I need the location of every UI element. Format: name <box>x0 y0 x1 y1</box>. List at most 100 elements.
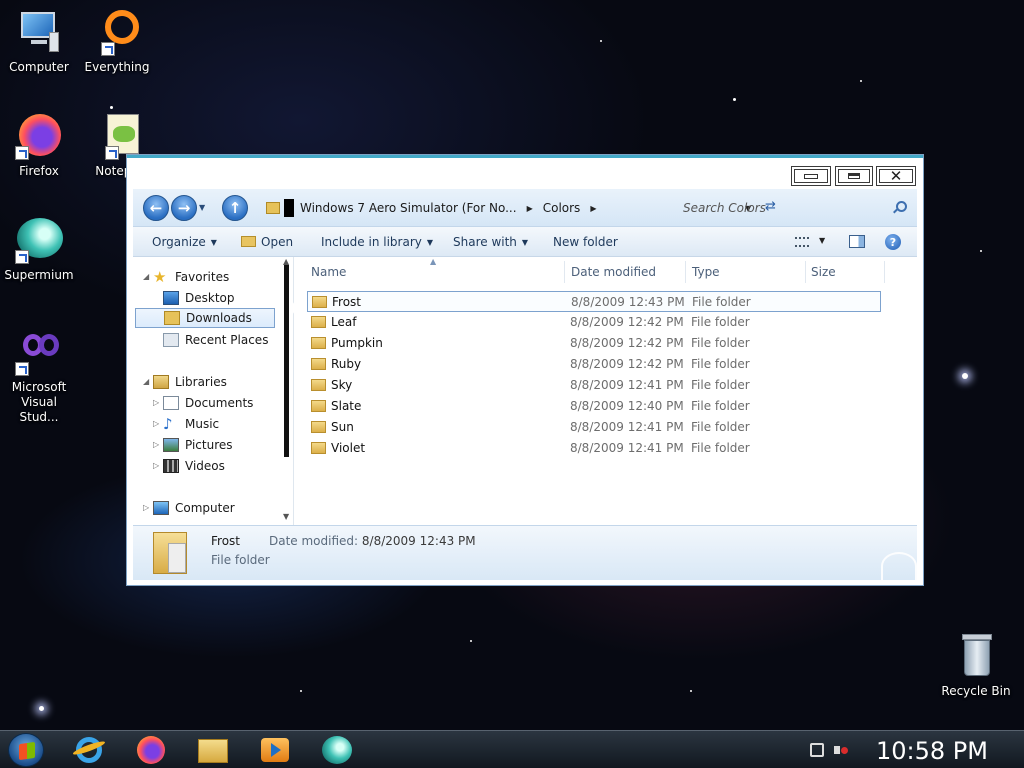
folder-icon <box>311 316 326 328</box>
file-type: File folder <box>691 378 750 392</box>
file-row[interactable]: Frost 8/8/2009 12:43 PM File folder <box>307 291 881 312</box>
view-options-chevron-down-icon[interactable]: ▼ <box>819 236 825 245</box>
column-divider[interactable] <box>564 261 565 283</box>
file-list[interactable]: ▲ Name Date modified Type Size Frost 8/8… <box>294 257 917 525</box>
breadcrumb-colors[interactable]: Colors <box>543 201 581 215</box>
desktop-icon-label: Firefox <box>19 164 59 178</box>
desktop-icon-label: Recycle Bin <box>941 684 1011 698</box>
desktop-icon-supermium[interactable]: Supermium <box>0 216 78 283</box>
file-row[interactable]: Violet 8/8/2009 12:41 PM File folder <box>307 438 881 459</box>
organize-button[interactable]: Organize ▼ <box>152 235 217 249</box>
column-header-type[interactable]: Type <box>692 265 720 279</box>
back-button[interactable]: ← <box>143 195 169 221</box>
scroll-down-arrow[interactable]: ▼ <box>283 512 289 521</box>
expand-arrow-icon[interactable]: ▷ <box>153 398 159 407</box>
search-input[interactable] <box>683 195 909 221</box>
nav-videos[interactable]: Videos <box>163 456 225 476</box>
up-button[interactable]: ↑ <box>222 195 248 221</box>
expand-arrow-icon[interactable]: ▷ <box>143 503 149 512</box>
expand-arrow-icon[interactable]: ◢ <box>143 272 149 281</box>
maximize-button[interactable] <box>835 166 873 186</box>
minimize-button[interactable] <box>791 166 831 186</box>
nav-pictures[interactable]: Pictures <box>163 435 233 455</box>
open-button[interactable]: Open <box>241 235 293 249</box>
title-bar[interactable]: ✕ <box>127 155 923 189</box>
breadcrumb-chevron-icon[interactable]: ▶ <box>527 204 533 213</box>
desktop-icon <box>163 291 179 305</box>
nav-desktop[interactable]: Desktop <box>163 288 235 308</box>
breadcrumb-chevron-icon[interactable]: ▶ <box>590 204 596 213</box>
search-box[interactable] <box>683 195 909 221</box>
volume-muted-icon[interactable] <box>834 743 848 757</box>
address-bar[interactable]: Windows 7 Aero Simulator (For No... ▶ Co… <box>258 195 638 221</box>
nav-music[interactable]: ♪ Music <box>163 414 219 434</box>
nav-favorites[interactable]: ★ Favorites <box>153 267 229 287</box>
taskbar-file-explorer[interactable] <box>196 735 230 765</box>
recent-pages-chevron-down-icon[interactable]: ▼ <box>199 203 205 212</box>
column-divider[interactable] <box>685 261 686 283</box>
expand-arrow-icon[interactable]: ◢ <box>143 377 149 386</box>
taskbar-firefox[interactable] <box>134 735 168 765</box>
file-type: File folder <box>691 315 750 329</box>
taskbar-supermium[interactable] <box>320 735 354 765</box>
file-row[interactable]: Sun 8/8/2009 12:41 PM File folder <box>307 417 881 438</box>
expand-arrow-icon[interactable]: ▷ <box>153 461 159 470</box>
file-row[interactable]: Ruby 8/8/2009 12:42 PM File folder <box>307 354 881 375</box>
desktop-icon-recycle-bin[interactable]: Recycle Bin <box>936 632 1016 699</box>
taskbar-internet-explorer[interactable] <box>71 735 107 765</box>
mouse-cursor-icon <box>290 298 297 318</box>
nav-label: Recent Places <box>185 333 269 347</box>
nav-label: Libraries <box>175 375 227 389</box>
column-header-name[interactable]: Name <box>311 265 346 279</box>
network-icon[interactable] <box>810 743 824 757</box>
nav-computer[interactable]: Computer <box>153 498 235 518</box>
desktop-icon-everything[interactable]: Everything <box>78 8 156 75</box>
file-row[interactable]: Sky 8/8/2009 12:41 PM File folder <box>307 375 881 396</box>
supermium-icon <box>15 216 63 264</box>
file-name: Slate <box>331 399 362 413</box>
nav-label: Favorites <box>175 270 230 284</box>
desktop-icon-computer[interactable]: Computer <box>0 8 78 75</box>
details-date-modified-value: 8/8/2009 12:43 PM <box>361 534 476 548</box>
breadcrumb-simulator[interactable]: Windows 7 Aero Simulator (For No... <box>300 201 517 215</box>
taskbar: 10:58 PM <box>0 730 1024 768</box>
search-icon[interactable] <box>896 201 907 212</box>
close-button[interactable]: ✕ <box>876 166 916 186</box>
clock[interactable]: 10:58 PM <box>876 737 988 765</box>
column-divider[interactable] <box>805 261 806 283</box>
share-with-button[interactable]: Share with ▼ <box>453 235 528 249</box>
forward-button[interactable]: → <box>171 195 197 221</box>
chevron-down-icon: ▼ <box>426 238 434 247</box>
taskbar-media-player[interactable] <box>258 735 292 765</box>
navigation-pane-scrollbar[interactable] <box>284 265 289 457</box>
start-button[interactable] <box>8 733 44 767</box>
expand-arrow-icon[interactable]: ▷ <box>153 440 159 449</box>
expand-arrow-icon[interactable]: ▷ <box>153 419 159 428</box>
nav-libraries[interactable]: Libraries <box>153 372 227 392</box>
column-header-size[interactable]: Size <box>811 265 836 279</box>
file-name: Sky <box>331 378 353 392</box>
windows-logo-icon <box>881 552 917 580</box>
new-folder-button[interactable]: New folder <box>553 235 618 249</box>
help-icon[interactable]: ? <box>885 234 901 250</box>
desktop-icon-firefox[interactable]: Firefox <box>0 112 78 179</box>
file-row[interactable]: Leaf 8/8/2009 12:42 PM File folder <box>307 312 881 333</box>
file-type: File folder <box>691 336 750 350</box>
include-in-library-button[interactable]: Include in library ▼ <box>321 235 433 249</box>
explorer-window[interactable]: ✕ ← → ▼ ↑ Windows 7 Aero Simulator (For … <box>126 154 924 586</box>
desktop-icon-visual-studio[interactable]: Microsoft Visual Stud... <box>0 328 78 425</box>
nav-documents[interactable]: Documents <box>163 393 253 413</box>
nav-recent-places[interactable]: Recent Places <box>163 330 268 350</box>
file-row[interactable]: Pumpkin 8/8/2009 12:42 PM File folder <box>307 333 881 354</box>
preview-pane-icon[interactable] <box>849 235 865 248</box>
shortcut-arrow-icon <box>105 146 119 160</box>
navigation-pane[interactable]: ◢ ★ Favorites Desktop Downloads Recent P… <box>133 257 293 525</box>
file-row[interactable]: Slate 8/8/2009 12:40 PM File folder <box>307 396 881 417</box>
nav-label: Computer <box>175 501 235 515</box>
file-name: Ruby <box>331 357 362 371</box>
change-view-icon[interactable] <box>795 237 809 247</box>
close-icon: ✕ <box>879 167 913 185</box>
nav-downloads[interactable]: Downloads <box>135 308 275 328</box>
column-header-date-modified[interactable]: Date modified <box>571 265 656 279</box>
column-divider[interactable] <box>884 261 885 283</box>
